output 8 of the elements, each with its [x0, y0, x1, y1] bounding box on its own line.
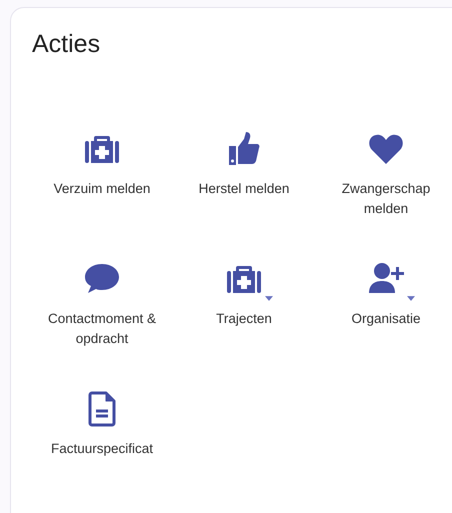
action-button[interactable]: Factuurspecificat: [31, 389, 173, 513]
action-button[interactable]: Trajecten: [173, 259, 315, 389]
action-button[interactable]: Organisatie: [315, 259, 452, 389]
action-button[interactable]: Herstel melden: [173, 129, 315, 259]
card-title: Acties: [32, 30, 102, 59]
action-button[interactable]: Verzuim melden: [31, 129, 173, 259]
action-button[interactable]: Contactmoment & opdracht: [31, 259, 173, 389]
action-button[interactable]: Zwangerschap melden: [315, 129, 452, 259]
